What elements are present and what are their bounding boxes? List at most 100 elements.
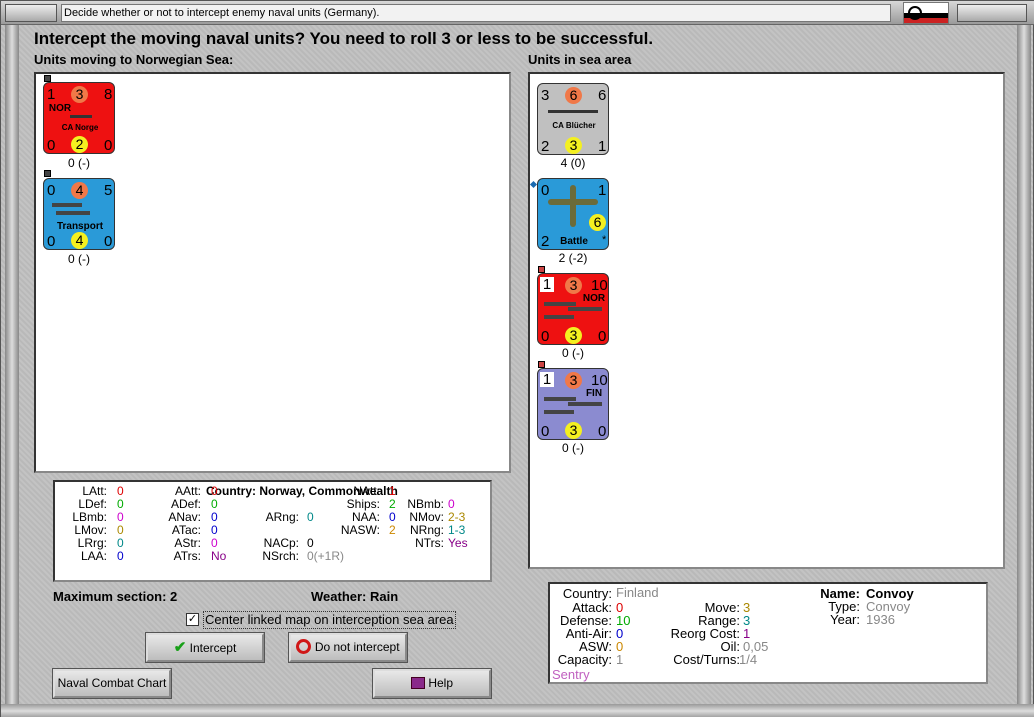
stat-label: NAtt: (353, 484, 380, 498)
unit-value: 5 (104, 182, 113, 199)
unit-value: 3 (565, 422, 582, 439)
unit-marker-icon (44, 170, 51, 177)
convoy-ship-icon (544, 397, 576, 401)
stat-value: 2 (389, 497, 396, 511)
unit-value: 3 (71, 86, 88, 103)
unit-value: 3 (565, 327, 582, 344)
center-map-checkbox-row[interactable]: ✓ Center linked map on interception sea … (186, 611, 492, 629)
transport-ship-icon (52, 203, 82, 207)
help-book-icon (410, 677, 425, 689)
title-bar: Decide whether or not to intercept enemy… (1, 1, 1034, 25)
unit-value: 10 (591, 372, 608, 389)
stat-label: NAA: (351, 510, 380, 524)
stat-label: ADef: (170, 497, 201, 511)
window-title: Decide whether or not to intercept enemy… (61, 4, 891, 22)
unit-nation: NOR (48, 103, 72, 114)
unit-value: 6 (565, 87, 582, 104)
unit-value: 6 (589, 214, 606, 231)
do-not-intercept-button[interactable]: Do not intercept (288, 632, 408, 663)
unit-value: 0 (541, 328, 550, 345)
unit-marker-icon (538, 361, 545, 368)
stat-label: NTrs: (415, 536, 444, 550)
check-icon: ✔ (173, 639, 187, 656)
convoy-ship-icon (544, 302, 576, 306)
center-map-checkbox[interactable]: ✓ (186, 613, 199, 626)
stat-label: ATrs: (173, 549, 201, 563)
unit-value: 2 (541, 138, 550, 155)
stat-label: AStr: (174, 536, 201, 550)
unit-value: 0 (47, 137, 56, 154)
unit-info-panel: Country: Finland Attack: 0 Defense: 10 A… (548, 582, 988, 684)
right-frame (1017, 25, 1031, 705)
sea-area-units-panel: 3 6 6 CA Blücher 2 3 1 4 (0) 0 1 6 Battl… (528, 72, 1005, 569)
unit-name: CA Norge (61, 123, 99, 132)
naval-combat-chart-button[interactable]: Naval Combat Chart (52, 668, 172, 699)
info-label: Capacity: (557, 652, 612, 667)
unit-value: 0 (104, 233, 113, 250)
unit-value: 4 (71, 232, 88, 249)
stat-value: 2 (389, 523, 396, 537)
stat-value: 0 (211, 536, 218, 550)
stat-value: 0 (389, 510, 396, 524)
unit-value: 1 (540, 372, 554, 387)
close-button[interactable] (957, 4, 1027, 22)
stat-label: NMov: (409, 510, 444, 524)
stat-label: LDef: (78, 497, 107, 511)
unit-value: 0 (47, 233, 56, 250)
unit-counter[interactable]: 1 3 10 NOR 0 3 0 (537, 273, 609, 345)
stat-value: 0 (117, 510, 124, 524)
moving-units-title: Units moving to Norwegian Sea: (34, 52, 234, 67)
info-label: Year: (830, 612, 860, 627)
unit-counter[interactable]: 1 3 10 FIN 0 3 0 (537, 368, 609, 440)
unit-value: 2 (71, 136, 88, 153)
unit-counter[interactable]: 3 6 6 CA Blücher 2 3 1 (537, 83, 609, 155)
info-value: 1936 (866, 612, 895, 627)
unit-value: 0 (104, 137, 113, 154)
stat-value: No (211, 549, 227, 563)
unit-value: 0 (541, 423, 550, 440)
unit-value: 1 (598, 182, 607, 199)
selection-diamond-icon (529, 180, 538, 189)
unit-value: 6 (598, 87, 607, 104)
stat-value: 0 (307, 510, 314, 524)
system-menu-button[interactable] (5, 4, 57, 22)
stat-label: ARng: (265, 510, 299, 524)
unit-value: 10 (591, 277, 608, 294)
stat-value: 0 (211, 484, 218, 498)
left-frame (5, 25, 19, 705)
stat-value: 0 (211, 510, 218, 524)
stat-value: 0 (307, 536, 314, 550)
unit-counter[interactable]: 1 3 8 NOR CA Norge 0 2 0 (43, 82, 115, 154)
moving-units-panel: 1 3 8 NOR CA Norge 0 2 0 0 (-) 0 4 5 Tra… (34, 72, 511, 473)
unit-status: 0 (-) (68, 252, 90, 266)
stat-value: 1-3 (448, 523, 466, 537)
unit-marker-icon (538, 266, 545, 273)
info-label: Cost/Turns: (673, 652, 740, 667)
convoy-ship-icon (544, 410, 574, 414)
unit-counter[interactable]: 0 4 5 Transport 0 4 0 (43, 178, 115, 250)
prohibited-icon (296, 639, 312, 654)
transport-ship-icon (56, 211, 90, 215)
info-label: Country: (562, 586, 612, 601)
stat-label: LBmb: (72, 510, 107, 524)
unit-counter[interactable]: 0 1 6 Battle 2 * (537, 178, 609, 250)
help-label: Help (428, 676, 454, 690)
intercept-button[interactable]: ✔ Intercept (145, 632, 265, 663)
stat-value: 1 (389, 484, 396, 498)
stat-value: 0 (448, 497, 455, 511)
stat-label: NASW: (340, 523, 380, 537)
stat-label: AAtt: (174, 484, 201, 498)
bottom-frame (1, 704, 1034, 717)
unit-status: 4 (0) (560, 156, 586, 170)
stat-label: NSrch: (262, 549, 299, 563)
unit-marker-icon (44, 75, 51, 82)
unit-value: 2 (541, 233, 550, 250)
unit-flag: * (602, 234, 607, 246)
help-button[interactable]: Help (372, 668, 492, 699)
sea-area-units-title: Units in sea area (528, 52, 632, 67)
stat-value: 2-3 (448, 510, 466, 524)
stat-value: 0 (117, 497, 124, 511)
stat-label: ATac: (171, 523, 201, 537)
unit-value: 3 (565, 277, 582, 294)
warship-icon (70, 115, 92, 118)
